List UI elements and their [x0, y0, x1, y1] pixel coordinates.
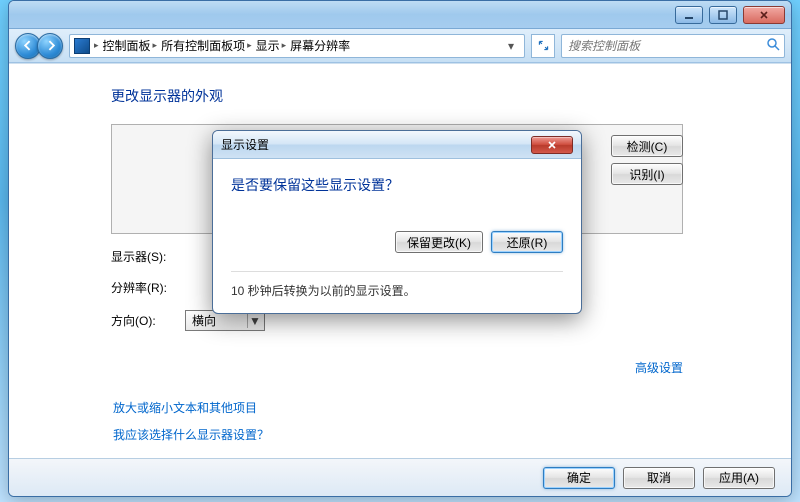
- address-dropdown-icon[interactable]: ▾: [502, 39, 520, 53]
- advanced-settings-link[interactable]: 高级设置: [635, 359, 683, 376]
- search-icon[interactable]: [766, 37, 780, 54]
- detect-button[interactable]: 检测(C): [611, 135, 683, 157]
- cancel-button[interactable]: 取消: [623, 467, 695, 489]
- dialog-title: 显示设置: [221, 136, 269, 153]
- orientation-value: 横向: [192, 312, 216, 329]
- which-display-link[interactable]: 我应该选择什么显示器设置？: [113, 426, 269, 443]
- page-title: 更改显示器的外观: [111, 86, 791, 106]
- revert-button[interactable]: 还原(R): [491, 231, 563, 253]
- text-size-link[interactable]: 放大或缩小文本和其他项目: [113, 399, 269, 416]
- dialog-close-button[interactable]: [531, 136, 573, 154]
- display-settings-dialog: 显示设置 是否要保留这些显示设置？ 保留更改(K) 还原(R) 10 秒钟后转换…: [212, 130, 582, 314]
- breadcrumb-item[interactable]: 所有控制面板项 ▸: [161, 37, 252, 54]
- address-bar[interactable]: ▸ 控制面板 ▸ 所有控制面板项 ▸ 显示 ▸ 屏幕分辨率 ▾: [69, 34, 525, 58]
- identify-button[interactable]: 识别(I): [611, 163, 683, 185]
- orientation-label: 方向(O):: [111, 312, 171, 329]
- refresh-button[interactable]: [531, 34, 555, 58]
- divider: [231, 271, 563, 272]
- footer-bar: 确定 取消 应用(A): [9, 458, 791, 496]
- keep-changes-button[interactable]: 保留更改(K): [395, 231, 483, 253]
- nav-forward-button[interactable]: [37, 33, 63, 59]
- breadcrumb-item[interactable]: 控制面板 ▸: [103, 37, 158, 54]
- dialog-heading: 是否要保留这些显示设置？: [231, 175, 563, 195]
- maximize-button[interactable]: [709, 6, 737, 24]
- chevron-down-icon: ▼: [247, 313, 262, 328]
- apply-button[interactable]: 应用(A): [703, 467, 775, 489]
- dialog-titlebar[interactable]: 显示设置: [213, 131, 581, 159]
- dialog-message: 10 秒钟后转换为以前的显示设置。: [231, 282, 563, 299]
- minimize-button[interactable]: [675, 6, 703, 24]
- display-label: 显示器(S):: [111, 248, 171, 265]
- ok-button[interactable]: 确定: [543, 467, 615, 489]
- resolution-label: 分辨率(R):: [111, 279, 171, 296]
- window-titlebar[interactable]: [9, 1, 791, 29]
- control-panel-icon: [74, 38, 90, 54]
- search-input[interactable]: [566, 38, 766, 54]
- breadcrumb-item[interactable]: 屏幕分辨率: [290, 37, 350, 54]
- explorer-navbar: ▸ 控制面板 ▸ 所有控制面板项 ▸ 显示 ▸ 屏幕分辨率 ▾: [9, 29, 791, 63]
- search-box[interactable]: [561, 34, 785, 58]
- window-close-button[interactable]: [743, 6, 785, 24]
- breadcrumb-item[interactable]: 显示 ▸: [256, 37, 287, 54]
